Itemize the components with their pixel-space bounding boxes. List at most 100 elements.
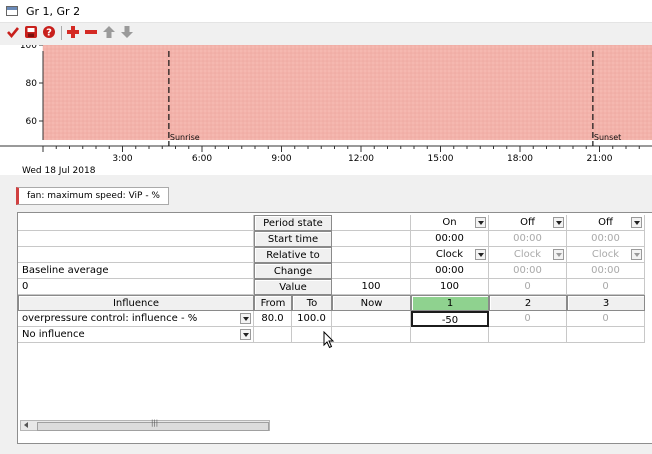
- period-2-change[interactable]: 00:00: [489, 263, 567, 279]
- chart-area-fill: [43, 45, 652, 140]
- add-icon[interactable]: [66, 25, 80, 39]
- period-1-state[interactable]: On: [411, 215, 489, 231]
- remove-icon[interactable]: [84, 25, 98, 39]
- value-now: 100: [332, 279, 411, 295]
- period-3-change[interactable]: 00:00: [567, 263, 645, 279]
- influence-name: overpressure control: influence - %: [22, 313, 198, 324]
- window-title: Gr 1, Gr 2: [26, 5, 81, 18]
- period-1-change[interactable]: 00:00: [411, 263, 489, 279]
- baseline-value[interactable]: 0: [18, 279, 254, 295]
- period-1-header[interactable]: 1: [411, 295, 489, 311]
- grid-empty-cell: [18, 247, 254, 263]
- influence-2-period-2[interactable]: [489, 327, 567, 343]
- grid-empty-cell: [332, 215, 411, 231]
- baseline-average-label: Baseline average: [18, 263, 254, 279]
- chevron-down-icon[interactable]: [631, 249, 642, 260]
- period-3-header[interactable]: 3: [567, 295, 645, 311]
- period-1-state-value: On: [442, 217, 457, 228]
- window-icon: [6, 6, 18, 16]
- period-2-header[interactable]: 2: [489, 295, 567, 311]
- relative-to-label[interactable]: Relative to: [254, 247, 332, 263]
- period-3-relative-value: Clock: [591, 249, 620, 260]
- sunset-label: Sunset: [594, 133, 621, 142]
- from-header[interactable]: From: [254, 295, 292, 311]
- influence-2-from[interactable]: [254, 327, 292, 343]
- grid-empty-cell: [332, 231, 411, 247]
- period-3-value[interactable]: 0: [567, 279, 645, 295]
- chevron-down-icon[interactable]: [240, 329, 251, 340]
- period-2-state-value: Off: [520, 217, 535, 228]
- chevron-down-icon[interactable]: [553, 249, 564, 260]
- period-2-value[interactable]: 0: [489, 279, 567, 295]
- value-label[interactable]: Value: [254, 279, 332, 295]
- mouse-cursor-icon: [323, 331, 335, 349]
- period-1-relative-to[interactable]: Clock: [411, 247, 489, 263]
- period-state-label[interactable]: Period state: [254, 215, 332, 231]
- x-tick-label: 21:00: [587, 154, 613, 164]
- influence-1-from[interactable]: 80.0: [254, 311, 292, 327]
- period-3-relative-to[interactable]: Clock: [567, 247, 645, 263]
- toolbar-separator: [61, 26, 62, 40]
- period-1-start-time[interactable]: 00:00: [411, 231, 489, 247]
- influence-1-to[interactable]: 100.0: [292, 311, 332, 327]
- chevron-down-icon[interactable]: [553, 217, 564, 228]
- influence-select-1[interactable]: overpressure control: influence - %: [18, 311, 254, 327]
- y-tick-label: 60: [26, 117, 38, 127]
- schedule-chart: 60 80 100 3:00 6:00 9:00 12:00 15:00 18:00 21:00 W…: [0, 45, 652, 175]
- period-2-start-time[interactable]: 00:00: [489, 231, 567, 247]
- horizontal-scrollbar[interactable]: |||: [20, 419, 270, 431]
- period-1-value[interactable]: 100: [411, 279, 489, 295]
- influence-1-period-1[interactable]: -50: [411, 311, 489, 327]
- grid-empty-cell: [332, 247, 411, 263]
- influence-2-now: [332, 327, 411, 343]
- chevron-down-icon[interactable]: [475, 217, 486, 228]
- sunrise-label: Sunrise: [170, 133, 200, 142]
- influence-2-period-1[interactable]: [411, 327, 489, 343]
- grid-empty-cell: [18, 231, 254, 247]
- move-up-icon[interactable]: [102, 25, 116, 39]
- grid-empty-cell: [332, 263, 411, 279]
- title-bar: Gr 1, Gr 2: [0, 0, 652, 23]
- influence-header[interactable]: Influence: [18, 295, 254, 311]
- x-tick-label: 15:00: [428, 154, 454, 164]
- change-label[interactable]: Change: [254, 263, 332, 279]
- period-3-start-time[interactable]: 00:00: [567, 231, 645, 247]
- x-tick-label: 9:00: [271, 154, 291, 164]
- chevron-down-icon[interactable]: [631, 217, 642, 228]
- chevron-down-icon[interactable]: [240, 313, 251, 324]
- svg-text:?: ?: [46, 28, 52, 39]
- period-2-state[interactable]: Off: [489, 215, 567, 231]
- help-icon[interactable]: ?: [42, 25, 56, 39]
- period-2-relative-to[interactable]: Clock: [489, 247, 567, 263]
- save-icon[interactable]: [24, 25, 38, 39]
- now-header[interactable]: Now: [332, 295, 411, 311]
- chart-svg: 60 80 100 3:00 6:00 9:00 12:00 15:00 18:00 21:00 W…: [0, 45, 652, 175]
- influence-name: No influence: [22, 329, 85, 340]
- grid-empty-cell: [18, 215, 254, 231]
- period-1-relative-value: Clock: [435, 249, 464, 260]
- chevron-down-icon[interactable]: [475, 249, 486, 260]
- schedule-tab[interactable]: fan: maximum speed: ViP - %: [16, 187, 169, 205]
- to-header[interactable]: To: [292, 295, 332, 311]
- x-tick-label: 3:00: [112, 154, 132, 164]
- grip-icon: |||: [151, 419, 159, 427]
- period-3-state-value: Off: [598, 217, 613, 228]
- influence-1-now: [332, 311, 411, 327]
- x-tick-label: 18:00: [507, 154, 533, 164]
- toolbar: ?: [0, 23, 652, 43]
- checkmark-icon[interactable]: [6, 25, 20, 39]
- influence-select-2[interactable]: No influence: [18, 327, 254, 343]
- x-tick-label: 12:00: [348, 154, 374, 164]
- period-3-state[interactable]: Off: [567, 215, 645, 231]
- period-2-relative-value: Clock: [513, 249, 542, 260]
- influence-1-period-2[interactable]: 0: [489, 311, 567, 327]
- scroll-left-icon[interactable]: [24, 422, 28, 428]
- x-tick-label: 6:00: [192, 154, 212, 164]
- influence-2-period-3[interactable]: [567, 327, 645, 343]
- y-tick-label: 80: [26, 79, 38, 89]
- start-time-label[interactable]: Start time: [254, 231, 332, 247]
- influence-1-period-3[interactable]: 0: [567, 311, 645, 327]
- y-tick-label: 100: [20, 45, 37, 51]
- date-label: Wed 18 Jul 2018: [22, 166, 96, 175]
- move-down-icon[interactable]: [120, 25, 134, 39]
